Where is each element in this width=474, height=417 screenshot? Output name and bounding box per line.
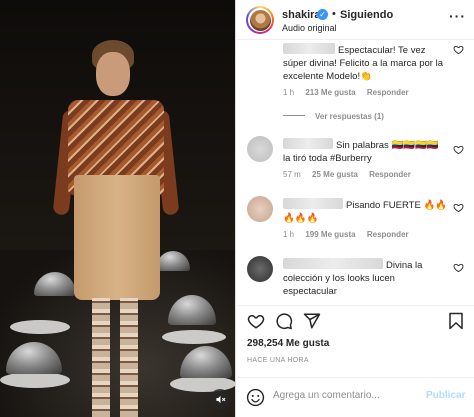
comments-list[interactable]: Espectacular! Te vez súper divina! Felic… xyxy=(237,40,474,305)
model-head xyxy=(96,52,130,96)
author-avatar[interactable] xyxy=(246,6,274,34)
emoji-icon[interactable] xyxy=(246,388,265,407)
commenter-avatar[interactable] xyxy=(247,256,273,282)
comment-icon[interactable] xyxy=(275,312,293,330)
comment-likes[interactable]: 25 Me gusta xyxy=(312,170,358,179)
header-separator: • xyxy=(332,8,336,20)
post-comment-button[interactable]: Publicar xyxy=(426,390,465,401)
comment-text: Pisando FUERTE 🔥🔥🔥🔥🔥 xyxy=(283,198,448,224)
reply-button[interactable]: Responder xyxy=(367,88,409,97)
heart-outline-icon[interactable] xyxy=(453,44,464,55)
likes-count[interactable]: 298,254 Me gusta xyxy=(247,338,329,349)
post-header: shakira ✓ • Siguiendo Audio original ··· xyxy=(237,0,474,40)
heart-outline-icon[interactable] xyxy=(453,202,464,213)
comment-time: 1 h xyxy=(283,230,295,239)
mute-button[interactable] xyxy=(210,389,230,409)
reply-button[interactable]: Responder xyxy=(369,170,411,179)
table-plate xyxy=(10,320,70,334)
verified-badge-icon: ✓ xyxy=(317,9,328,20)
commenter-avatar[interactable] xyxy=(247,136,273,162)
mute-icon xyxy=(215,395,225,403)
table-plate xyxy=(162,330,226,344)
commenter-username[interactable] xyxy=(283,258,383,269)
comment-likes[interactable]: 199 Me gusta xyxy=(305,230,355,239)
comment-meta: 57 m 25 Me gusta Responder xyxy=(283,170,420,179)
follow-status-button[interactable]: Siguiendo xyxy=(340,9,393,21)
audio-label[interactable]: Audio original xyxy=(282,23,337,33)
author-username[interactable]: shakira xyxy=(282,9,321,21)
post-time[interactable]: HACE UNA HORA xyxy=(247,357,309,364)
heart-outline-icon[interactable] xyxy=(453,262,464,273)
comment-text: Espectacular! Te vez súper divina! Felic… xyxy=(283,43,443,82)
action-bar xyxy=(237,305,474,335)
comment-input[interactable]: Agrega un comentario... xyxy=(273,390,423,401)
comment-meta: 1 h 199 Me gusta Responder xyxy=(283,230,418,239)
commenter-username[interactable] xyxy=(283,138,333,149)
comment-likes[interactable]: 213 Me gusta xyxy=(305,88,355,97)
more-options-icon[interactable]: ··· xyxy=(449,8,466,24)
model-leg xyxy=(92,298,110,417)
commenter-username[interactable] xyxy=(283,43,335,54)
save-bookmark-icon[interactable] xyxy=(447,312,465,330)
post-sidebar: shakira ✓ • Siguiendo Audio original ···… xyxy=(237,0,474,417)
post-media[interactable] xyxy=(0,0,236,417)
comment-meta: 1 h 213 Me gusta Responder xyxy=(283,88,418,97)
commenter-username[interactable] xyxy=(283,198,343,209)
comment-text: Divina la colección y los looks lucen es… xyxy=(283,258,423,297)
table-plate xyxy=(0,372,70,388)
heart-icon[interactable] xyxy=(247,312,265,330)
model-skirt xyxy=(74,175,160,300)
commenter-avatar[interactable] xyxy=(247,196,273,222)
heart-outline-icon[interactable] xyxy=(453,144,464,155)
reply-button[interactable]: Responder xyxy=(367,230,409,239)
table-plate xyxy=(170,376,235,392)
comment-text: Sin palabras 🇨🇴🇨🇴🇨🇴🇨🇴 la tiró toda #Burb… xyxy=(283,138,439,164)
view-replies-button[interactable]: Ver respuestas (1) xyxy=(283,112,384,121)
add-comment-bar: Agrega un comentario... Publicar xyxy=(237,377,474,417)
share-icon[interactable] xyxy=(303,312,321,330)
comment-time: 1 h xyxy=(283,88,295,97)
model-leg xyxy=(120,298,138,417)
comment-time: 57 m xyxy=(283,170,301,179)
